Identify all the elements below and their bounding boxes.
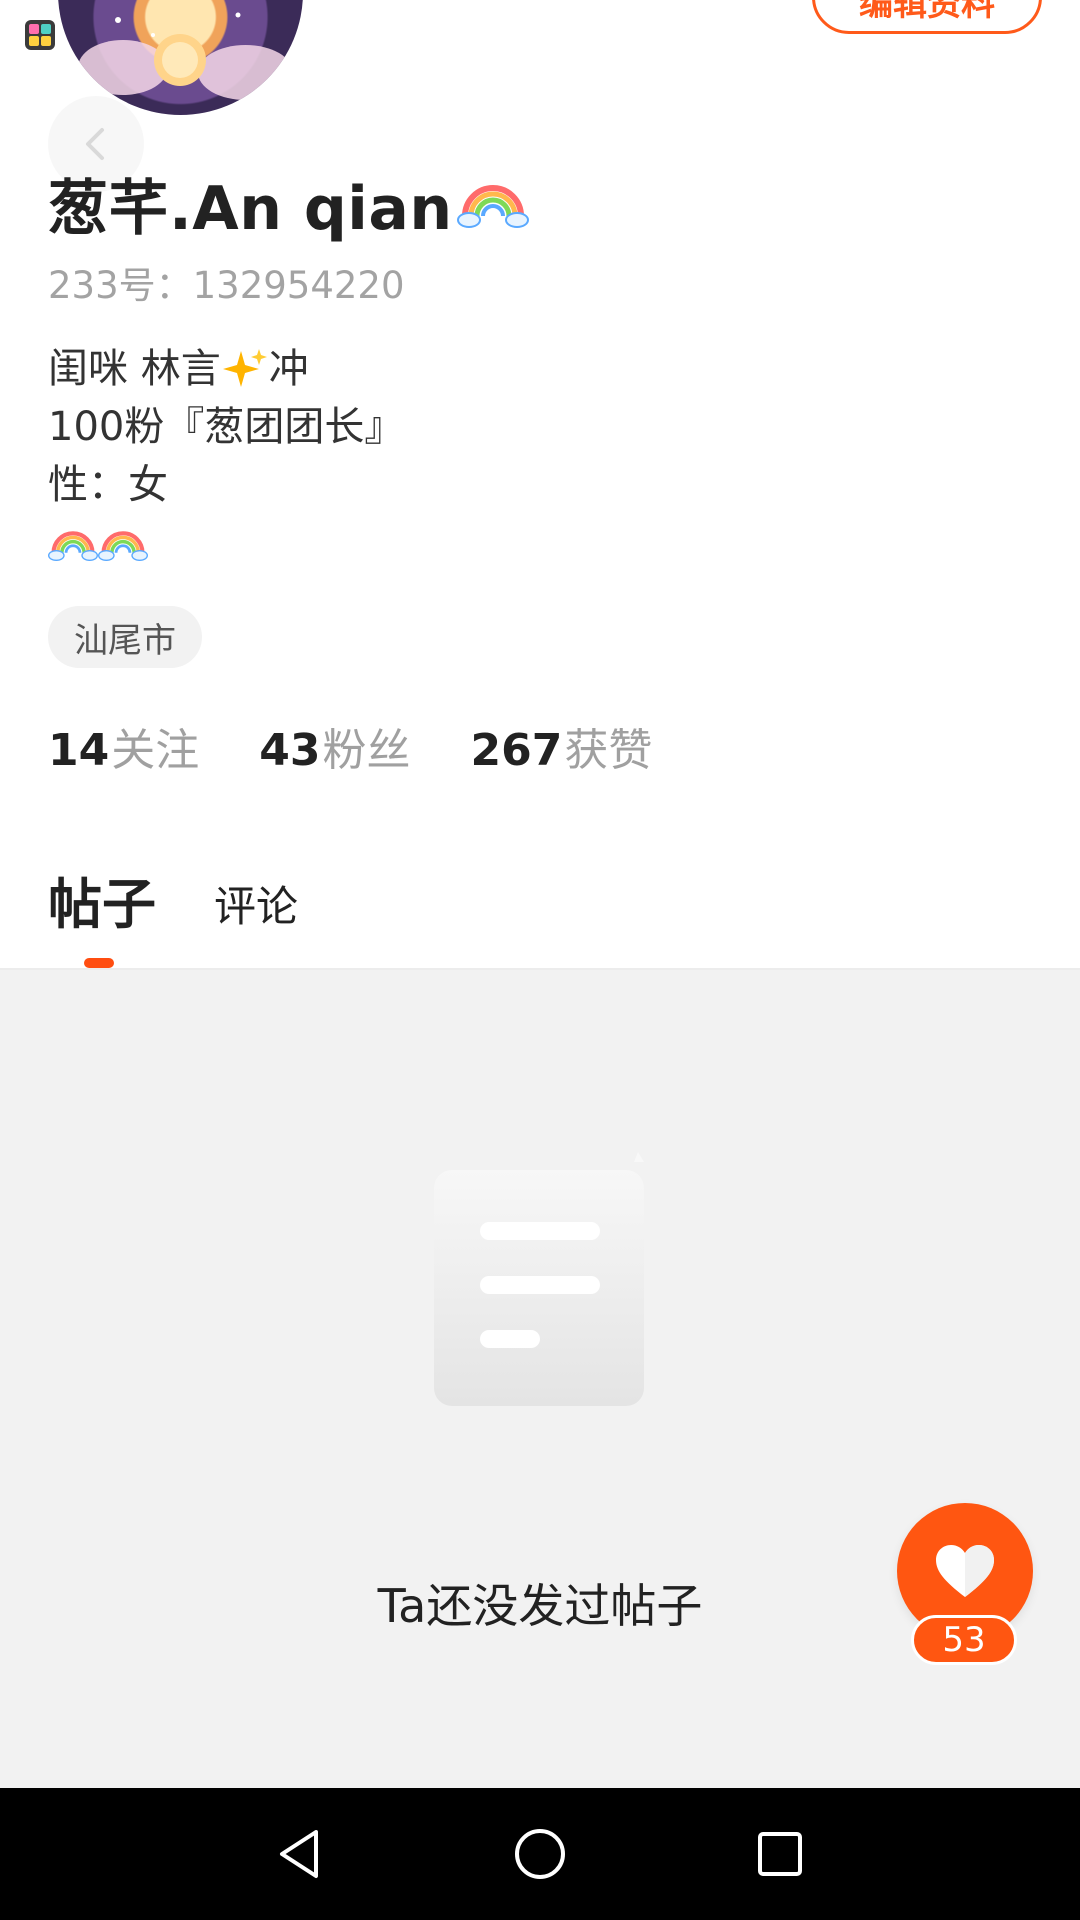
- stat-followers-label: 粉丝: [322, 725, 411, 776]
- triangle-back-icon: [280, 1830, 318, 1878]
- nav-home-button[interactable]: [500, 1814, 580, 1894]
- profile-page: 编辑资料 葱芊.An qian 233号：132954220 闺咪 林言 冲 1…: [0, 0, 1080, 1920]
- bio-line-3: 性：女: [48, 462, 168, 508]
- heart-icon: [936, 1545, 994, 1597]
- username-row: 葱芊.An qian: [48, 160, 529, 247]
- bio-line-1: 闺咪 林言 冲: [48, 340, 404, 398]
- rainbow-emoji-icon: [98, 531, 148, 562]
- user-id: 233号：132954220: [48, 264, 405, 307]
- location-label: 汕尾市: [74, 620, 176, 661]
- square-recents-icon: [758, 1832, 802, 1876]
- bio-text-1b: 冲: [268, 346, 309, 392]
- username: 葱芊.An qian: [48, 174, 453, 244]
- edit-profile-label: 编辑资料: [859, 0, 995, 24]
- stats-row: 14 关注 43 粉丝 267 获赞: [48, 714, 712, 778]
- posts-content: Ta还没发过帖子: [0, 970, 1080, 1788]
- tab-indicator: [84, 958, 114, 968]
- rainbow-emoji-icon: [456, 172, 529, 236]
- tab-posts[interactable]: 帖子: [48, 860, 156, 939]
- profile-tabs: 帖子 评论: [48, 860, 298, 939]
- back-arrow-icon: [86, 128, 104, 160]
- stat-followers-count: 43: [259, 725, 321, 776]
- sparkle-emoji-icon: [222, 349, 267, 387]
- stat-likes-label: 获赞: [564, 725, 653, 776]
- circle-home-icon: [515, 1829, 565, 1879]
- profile-header: 编辑资料 葱芊.An qian 233号：132954220 闺咪 林言 冲 1…: [0, 0, 1080, 968]
- nav-recents-button[interactable]: [740, 1814, 820, 1894]
- app-status-icon: [25, 20, 55, 50]
- nav-back-button[interactable]: [260, 1814, 340, 1894]
- stat-following-count: 14: [48, 725, 110, 776]
- location-chip[interactable]: 汕尾市: [48, 606, 202, 668]
- bio-line-2: 100粉『葱团团长』: [48, 404, 405, 450]
- tab-comments[interactable]: 评论: [214, 873, 298, 934]
- like-count-badge: 53: [911, 1615, 1017, 1665]
- stat-followers[interactable]: 43 粉丝: [259, 714, 410, 778]
- stat-likes[interactable]: 267 获赞: [470, 714, 652, 778]
- empty-document-icon: [434, 1152, 644, 1406]
- bio-text-1a: 闺咪 林言: [48, 346, 221, 392]
- edit-profile-button[interactable]: 编辑资料: [812, 0, 1042, 34]
- bio-line-4: [48, 514, 404, 572]
- bio: 闺咪 林言 冲 100粉『葱团团长』 性：女: [48, 340, 404, 572]
- stat-likes-count: 267: [470, 725, 563, 776]
- stat-following-label: 关注: [111, 725, 200, 776]
- rainbow-emoji-icon: [48, 531, 98, 562]
- stat-following[interactable]: 14 关注: [48, 714, 199, 778]
- system-nav-bar: [0, 1788, 1080, 1920]
